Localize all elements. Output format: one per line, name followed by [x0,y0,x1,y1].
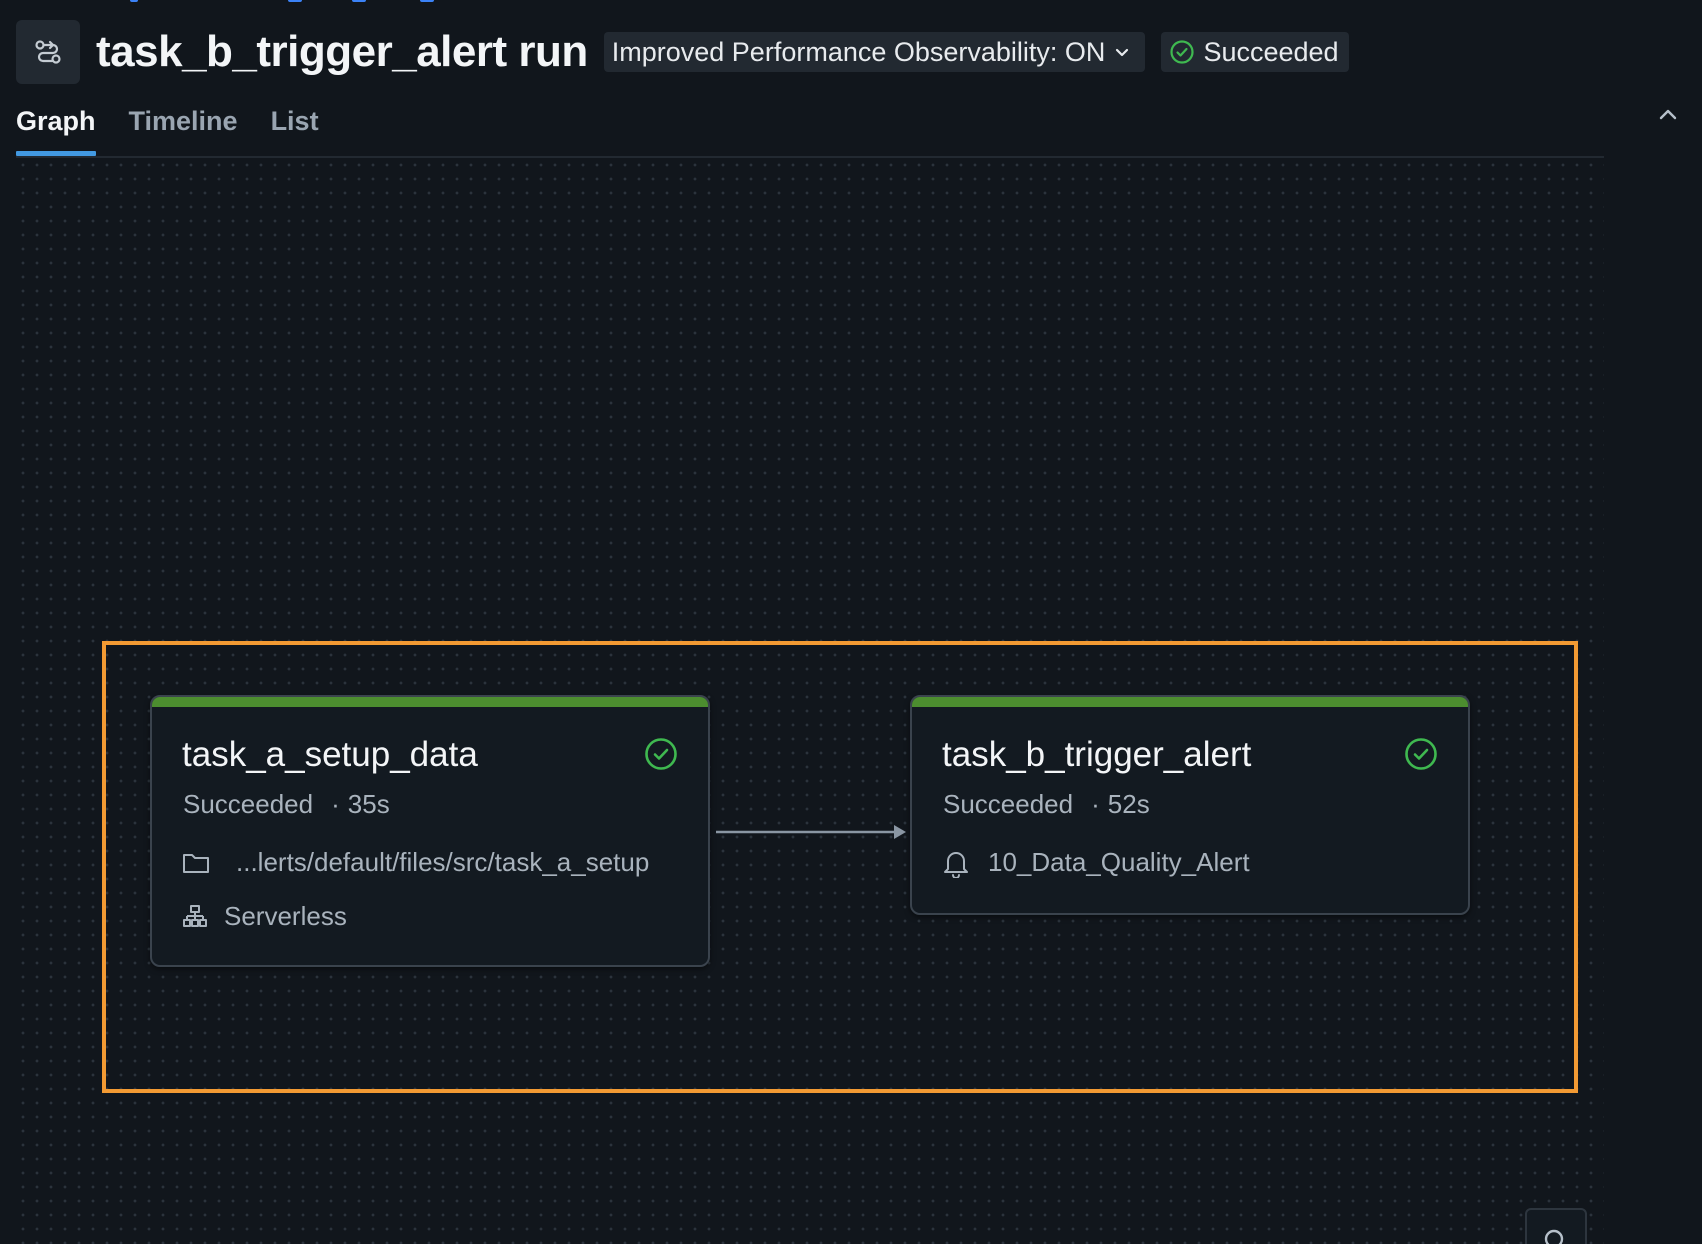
zoom-button[interactable] [1525,1208,1587,1244]
status-bar [152,697,708,707]
workflow-icon [16,20,80,84]
tab-timeline[interactable]: Timeline [129,98,238,156]
task-compute-row: Serverless [182,901,347,932]
task-alert-row: 10_Data_Quality_Alert [942,847,1250,878]
task-name: task_a_setup_data [182,735,478,774]
observability-dropdown[interactable]: Improved Performance Observability: ON [603,32,1146,72]
task-status: Succeeded [183,789,314,819]
task-meta: Succeeded · 35s [183,789,390,819]
task-compute: Serverless [224,901,347,931]
task-duration: 35s [347,789,390,819]
task-node-task-a[interactable]: task_a_setup_data Succeeded · 35s ...lerts… [150,695,710,967]
task-name: task_b_trigger_alert [942,735,1252,774]
page-header: task_b_trigger_alert run Improved Perfor… [16,20,1349,84]
search-icon [1544,1229,1564,1244]
check-circle-icon [1405,738,1437,770]
check-circle-icon [1170,40,1195,64]
task-duration: 52s [1107,789,1150,819]
status-label: Succeeded [1203,36,1339,67]
observability-label: Improved Performance Observability: ON [611,36,1106,67]
collapse-button[interactable] [1650,100,1686,130]
dependency-edge [716,825,906,839]
breadcrumb[interactable] [0,0,1702,6]
tab-list[interactable]: List [271,98,319,156]
job-run-page: task_b_trigger_alert run Improved Perfor… [0,0,1702,1244]
task-path: ...lerts/default/files/src/task_a_setup [236,847,650,877]
chevron-up-icon [1659,109,1677,120]
task-node-task-b[interactable]: task_b_trigger_alert Succeeded · 52s 10_Da… [910,695,1470,915]
view-tabs: Graph Timeline List [16,98,319,156]
status-bar [912,697,1468,707]
task-status: Succeeded [943,789,1074,819]
compute-cluster-icon [183,904,207,927]
page-title: task_b_trigger_alert run [96,27,588,76]
chevron-down-icon [1116,48,1129,57]
status-badge: Succeeded [1161,32,1349,72]
tab-graph[interactable]: Graph [16,98,96,156]
task-meta: Succeeded · 52s [943,789,1150,819]
task-path-row: ...lerts/default/files/src/task_a_setup [182,847,649,878]
bell-icon [944,851,968,878]
task-alert: 10_Data_Quality_Alert [988,847,1250,877]
check-circle-icon [645,738,677,770]
folder-icon [183,853,209,873]
